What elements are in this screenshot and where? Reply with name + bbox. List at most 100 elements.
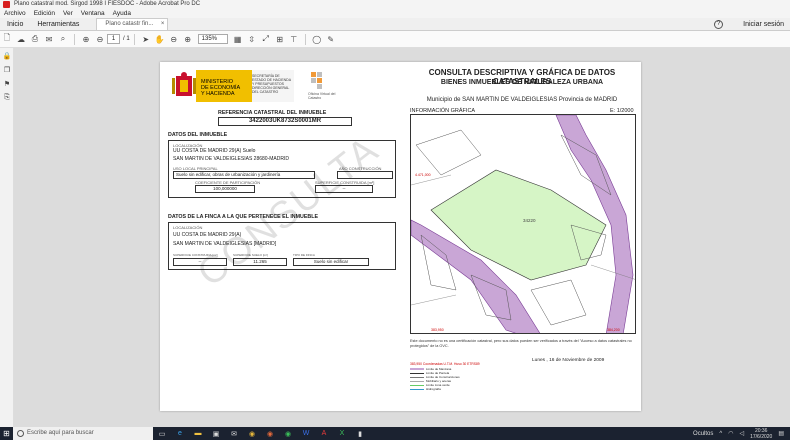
legend-swatch <box>410 372 424 374</box>
fit-page-icon[interactable]: ⤢ <box>259 32 273 46</box>
secretary-name: SECRETARÍA DE ESTADO DE HACIENDA Y PRESU… <box>252 74 291 86</box>
close-icon[interactable]: × <box>161 19 165 30</box>
coordinate-y: 4.471,000 <box>415 173 431 177</box>
edge-icon[interactable]: e <box>171 427 189 440</box>
property-title: DATOS DEL INMUEBLE <box>168 132 228 138</box>
scroll-icon[interactable]: ⇳ <box>245 32 259 46</box>
location-line-2: SAN MARTIN DE VALDEIGLESIAS 28680-MADRID <box>173 156 289 162</box>
firefox-icon[interactable]: ◉ <box>261 427 279 440</box>
signin-area: ? Iniciar sesión <box>714 19 790 29</box>
pen-icon[interactable]: ✎ <box>324 32 338 46</box>
clock-date: 17/6/2020 <box>750 433 773 440</box>
reference-value: 3422003UK8732S0001MR <box>218 117 352 126</box>
notifications-icon[interactable]: ▤ <box>778 430 784 437</box>
comment-icon[interactable]: ◯ <box>310 32 324 46</box>
location-line-1: UU COSTA DE MADRID 29(A) Suelo <box>173 148 256 154</box>
cadastral-map: 34220 4.471,000 383,950 384,200 <box>410 114 636 334</box>
page-display-icon[interactable]: ▦ <box>231 32 245 46</box>
farm-type-value: Suelo sin edificar <box>293 258 369 266</box>
task-view-icon[interactable]: ▭ <box>153 427 171 440</box>
ministry-name: MINISTERIO DE ECONOMÍA Y HACIENDA <box>201 79 240 97</box>
municipality: Municipio de SAN MARTIN DE VALDEIGLESIAS… <box>426 97 618 103</box>
whatsapp-icon[interactable]: ◉ <box>279 427 297 440</box>
map-legend: Limite de Manzana Limite de Parcela Limi… <box>410 367 460 391</box>
tab-tools[interactable]: Herramientas <box>30 21 86 28</box>
pdf-page: MINISTERIO DE ECONOMÍA Y HACIENDA SECRET… <box>160 62 641 411</box>
legend-item: Hidrografía <box>426 387 441 391</box>
tab-document-label: Plano catastr fin... <box>105 21 154 27</box>
excel-icon[interactable]: X <box>333 427 351 440</box>
document-viewer[interactable]: MINISTERIO DE ECONOMÍA Y HACIENDA SECRET… <box>14 48 790 427</box>
email-icon[interactable]: ✉ <box>42 32 56 46</box>
page-total: / 1 <box>123 36 130 42</box>
save-icon[interactable]: ☁ <box>14 32 28 46</box>
disclaimer-note: Este documento no es una certificación c… <box>410 339 632 348</box>
terminal-icon[interactable]: ▮ <box>351 427 369 440</box>
farm-type-label: TIPO DE FINCA <box>293 253 315 257</box>
legend-swatch <box>410 388 424 390</box>
legend-swatch <box>410 384 424 386</box>
clock[interactable]: 20:36 17/6/2020 <box>750 428 772 440</box>
search-icon[interactable]: ⌕ <box>56 32 70 46</box>
help-icon[interactable]: ? <box>714 19 724 29</box>
explorer-icon[interactable]: ▬ <box>189 427 207 440</box>
legend-head: 383,950 Coordenadas U.T.M. Huso 30 ETRS8… <box>410 362 480 366</box>
toolbar-separator <box>133 33 135 45</box>
acrobat-taskbar-icon[interactable]: A <box>315 427 333 440</box>
menu-bar: Archivo Edición Ver Ventana Ayuda <box>0 9 790 18</box>
window-titlebar: Plano catastral mod. Sirgod 1998 I FIESD… <box>0 0 790 9</box>
legend-swatch <box>410 368 424 370</box>
menu-ver[interactable]: Ver <box>59 9 77 18</box>
coef-value: 100,000000 <box>195 185 255 193</box>
stamp-icon[interactable]: ⊞ <box>273 32 287 46</box>
document-date: Lunes , 16 de Noviembre de 2009 <box>532 358 605 363</box>
zoom-select[interactable]: 135% <box>197 34 228 44</box>
legend-swatch <box>410 376 424 378</box>
toolbar-separator <box>304 33 306 45</box>
word-icon[interactable]: W <box>297 427 315 440</box>
farm-location-label: LOCALIZACIÓN <box>173 225 203 230</box>
tray-label[interactable]: Ocultos <box>693 431 713 437</box>
hand-tool-icon[interactable]: ✋ <box>153 32 167 46</box>
parcel-number: 34220 <box>523 218 536 223</box>
bookmark-icon[interactable]: ⚑ <box>0 78 14 90</box>
acrobat-icon <box>3 1 10 8</box>
zoom-out-icon[interactable]: ⊖ <box>167 32 181 46</box>
zoom-in-icon[interactable]: ⊕ <box>181 32 195 46</box>
sign-icon[interactable]: ⊤ <box>287 32 301 46</box>
menu-edicion[interactable]: Edición <box>30 9 59 18</box>
tab-bar: Inicio Herramientas Plano catastr fin...… <box>0 18 790 31</box>
next-page-icon[interactable]: ⊖ <box>93 32 107 46</box>
menu-ayuda[interactable]: Ayuda <box>109 9 135 18</box>
attachment-icon[interactable]: ⎘ <box>0 92 14 104</box>
windows-start-icon[interactable]: ⊞ <box>0 427 13 440</box>
signin-link[interactable]: Iniciar sesión <box>743 21 784 28</box>
toolbar: 🗋 ☁ ⎙ ✉ ⌕ ⊕ ⊖ 1 / 1 ➤ ✋ ⊖ ⊕ 135% ▦ ⇳ ⤢ ⊞… <box>0 31 790 48</box>
menu-ventana[interactable]: Ventana <box>77 9 109 18</box>
reference-title: REFERENCIA CATASTRAL DEL INMUEBLE <box>218 110 327 116</box>
network-icon[interactable]: ◠ <box>728 430 733 437</box>
coordinate-x2: 384,200 <box>607 328 620 332</box>
mail-icon[interactable]: ✉ <box>225 427 243 440</box>
coordinate-x1: 383,950 <box>431 328 444 332</box>
use-value: Suelo sin edificar, obras de urbanizació… <box>173 171 315 179</box>
previous-page-icon[interactable]: ⊕ <box>79 32 93 46</box>
window-title: Plano catastral mod. Sirgod 1998 I FIESD… <box>14 1 201 7</box>
chevron-up-icon[interactable]: ^ <box>719 431 722 437</box>
direction-name: DIRECCIÓN GENERAL DEL CATASTRO <box>252 86 290 94</box>
volume-icon[interactable]: ◁ <box>739 430 744 437</box>
lock-icon[interactable]: 🔒 <box>0 50 14 62</box>
page-number-input[interactable]: 1 <box>107 34 120 44</box>
print-icon[interactable]: ⎙ <box>28 32 42 46</box>
pages-icon[interactable]: ❐ <box>0 64 14 76</box>
select-cursor-icon[interactable]: ➤ <box>139 32 153 46</box>
menu-archivo[interactable]: Archivo <box>0 9 30 18</box>
tab-home[interactable]: Inicio <box>0 21 30 28</box>
new-document-icon[interactable]: 🗋 <box>0 32 14 46</box>
taskbar-search[interactable]: Escribe aquí para buscar <box>13 427 153 440</box>
office-name: Oficina Virtual del Catastro <box>308 92 336 100</box>
store-icon[interactable]: ▣ <box>207 427 225 440</box>
catastro-logo <box>308 70 328 92</box>
chrome-icon[interactable]: ◉ <box>243 427 261 440</box>
tab-document[interactable]: Plano catastr fin... × <box>96 18 169 30</box>
